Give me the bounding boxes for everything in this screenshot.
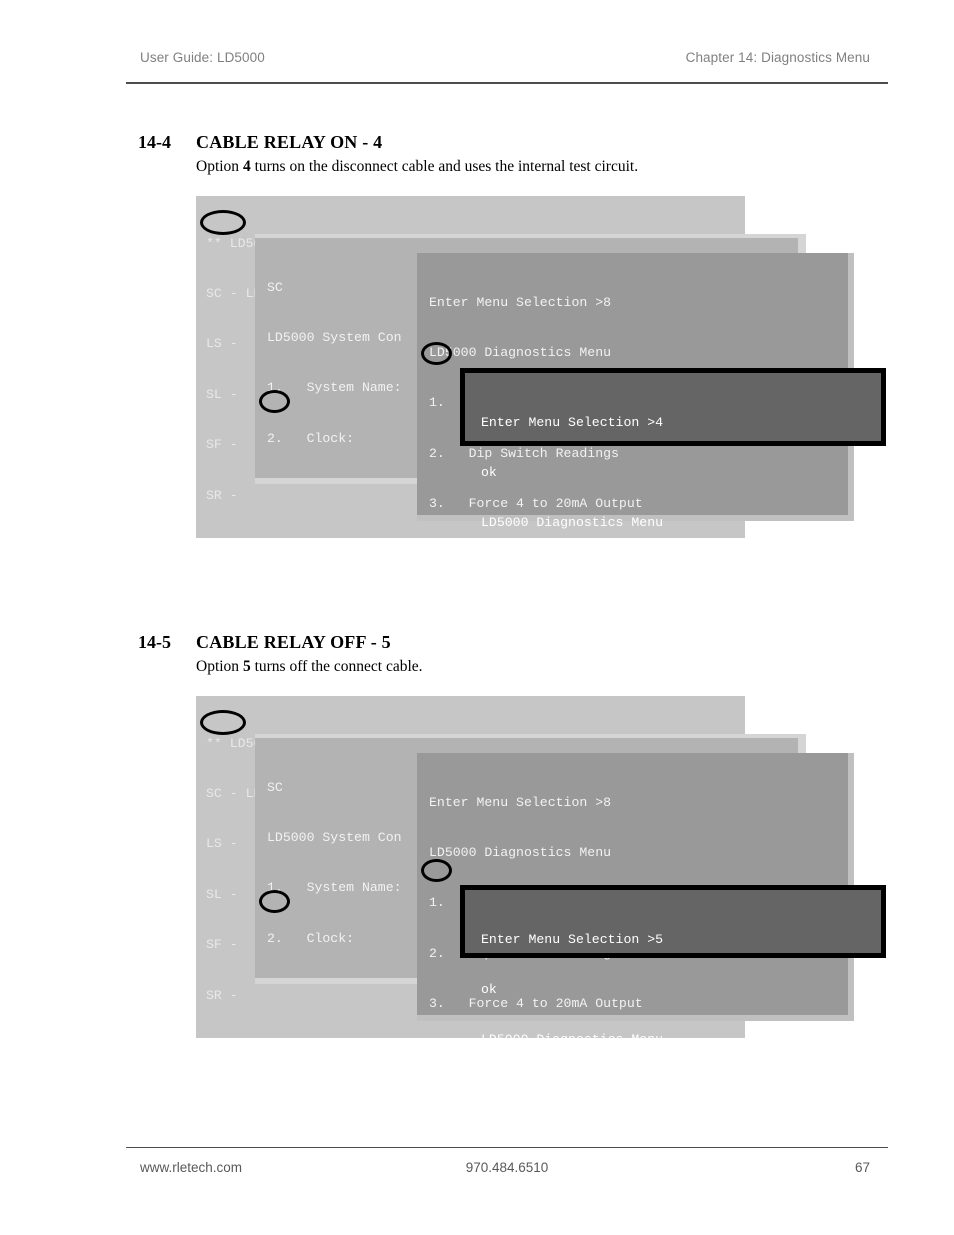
section-14-5-body-suffix: turns off the connect cable. xyxy=(250,658,423,675)
callout-line: ok xyxy=(481,981,497,997)
ellipse-annotation-option-5 xyxy=(421,859,452,882)
footer-phone: 970.484.6510 xyxy=(465,1160,549,1175)
ellipse-annotation-option-8-1 xyxy=(259,390,290,413)
section-14-4-body-suffix: turns on the disconnect cable and uses t… xyxy=(250,158,639,175)
diagnostics-line: LD5000 Diagnostics Menu xyxy=(429,844,612,860)
section-14-4-number: 14-4 xyxy=(138,132,171,152)
footer-page-number: 67 xyxy=(854,1160,870,1175)
section-14-5-number: 14-5 xyxy=(138,632,171,652)
ellipse-annotation-sc-1 xyxy=(200,210,246,235)
section-14-4-title: CABLE RELAY ON - 4 xyxy=(196,132,383,152)
diagnostics-line: Enter Menu Selection >8 xyxy=(429,794,612,810)
section-14-4-body-bold: 4 xyxy=(242,158,251,175)
section-14-4-body: Option 4 turns on the disconnect cable a… xyxy=(196,158,638,176)
ellipse-annotation-option-4 xyxy=(421,342,452,365)
callout-line: ok xyxy=(481,464,497,480)
callout-box-cable-relay-on: Enter Menu Selection >4 ok LD5000 Diagno… xyxy=(460,368,886,530)
callout-line: LD5000 Diagnostics Menu xyxy=(481,1032,664,1048)
page-header: User Guide: LD5000 Chapter 14: Diagnosti… xyxy=(126,50,888,84)
page-footer: www.rletech.com 970.484.6510 67 xyxy=(126,1147,888,1181)
section-14-4-body-prefix: Option xyxy=(196,158,243,175)
section-14-5-title: CABLE RELAY OFF - 5 xyxy=(196,632,391,652)
callout-line: Enter Menu Selection >5 xyxy=(481,931,664,947)
section-14-5-body-prefix: Option xyxy=(196,658,243,675)
section-14-5-body: Option 5 turns off the connect cable. xyxy=(196,658,423,676)
callout-box-cable-relay-off: Enter Menu Selection >5 ok LD5000 Diagno… xyxy=(460,885,886,1047)
callout-line: LD5000 Diagnostics Menu xyxy=(481,515,664,531)
header-left-text: User Guide: LD5000 xyxy=(140,50,265,65)
ellipse-annotation-sc-2 xyxy=(200,710,246,735)
ellipse-annotation-option-8-2 xyxy=(259,890,290,913)
section-14-5-body-bold: 5 xyxy=(242,658,251,675)
header-right-text: Chapter 14: Diagnostics Menu xyxy=(685,50,870,65)
diagnostics-line: Enter Menu Selection >8 xyxy=(429,294,612,310)
diagnostics-line: LD5000 Diagnostics Menu xyxy=(429,344,612,360)
callout-line: Enter Menu Selection >4 xyxy=(481,414,664,430)
